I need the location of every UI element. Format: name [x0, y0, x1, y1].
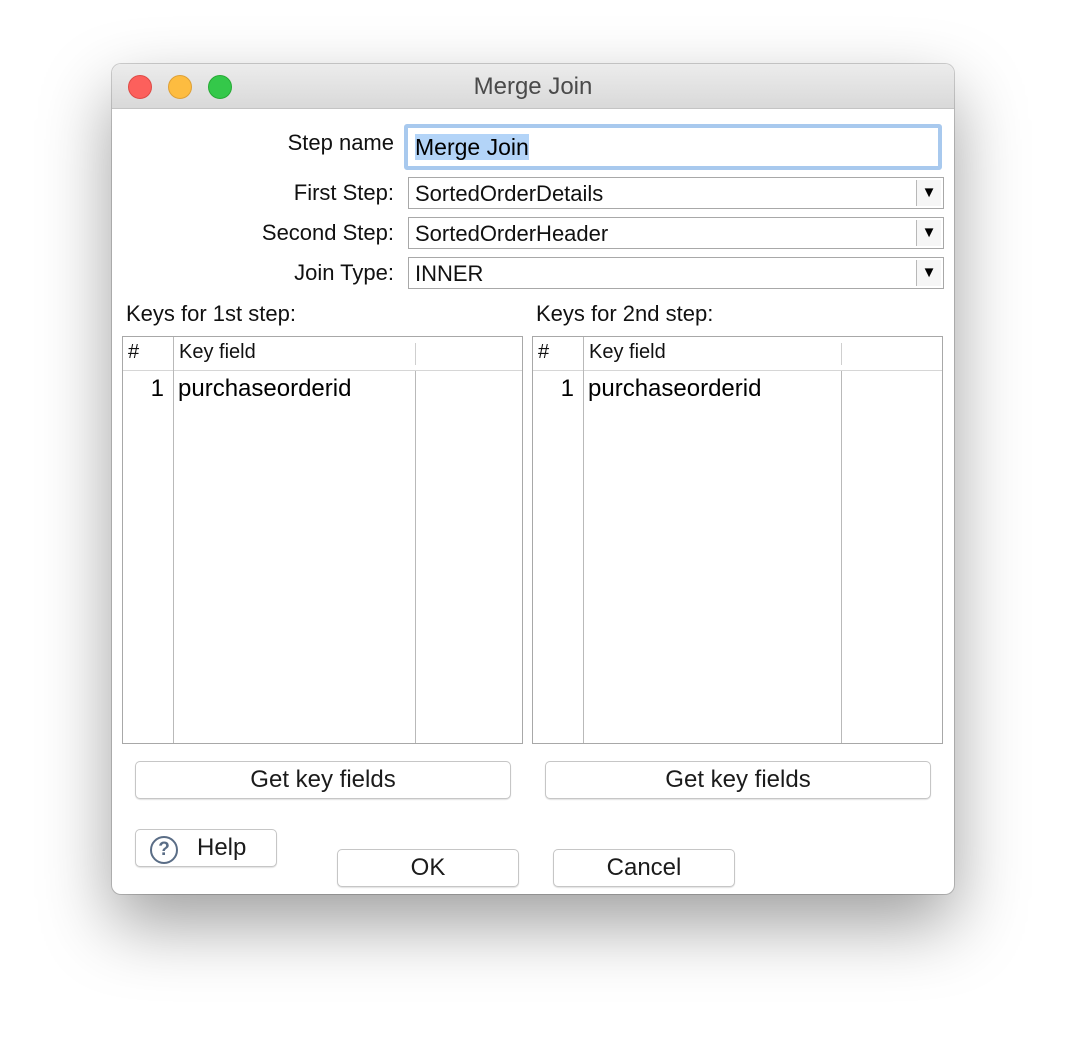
column-divider	[415, 371, 416, 743]
key-field-cell[interactable]: purchaseorderid	[588, 375, 761, 403]
column-header-key-field: Key field	[589, 341, 666, 363]
second-step-dropdown[interactable]: SortedOrderHeader ▼	[408, 217, 944, 249]
column-divider	[415, 343, 416, 365]
table-header: # Key field	[533, 337, 942, 371]
row-number: 1	[560, 375, 574, 402]
get-key-fields-first-button[interactable]: Get key fields	[135, 761, 511, 799]
first-step-dropdown[interactable]: SortedOrderDetails ▼	[408, 177, 944, 209]
dropdown-arrow-icon[interactable]: ▼	[916, 180, 941, 206]
second-step-value: SortedOrderHeader	[415, 221, 609, 246]
second-step-label: Second Step:	[261, 220, 394, 245]
keys-first-step-table[interactable]: # Key field 1 purchaseorderid	[122, 336, 523, 744]
help-label: Help	[197, 834, 247, 861]
help-icon: ?	[150, 836, 178, 864]
join-type-dropdown[interactable]: INNER ▼	[408, 257, 944, 289]
step-name-value: Merge Join	[415, 134, 529, 160]
column-divider	[173, 337, 174, 743]
dropdown-arrow-icon[interactable]: ▼	[916, 260, 941, 286]
step-name-label: Step name	[287, 130, 394, 155]
keys-second-step-label: Keys for 2nd step:	[536, 301, 714, 326]
column-divider	[841, 371, 842, 743]
dropdown-arrow-icon[interactable]: ▼	[916, 220, 941, 246]
join-type-label: Join Type:	[294, 260, 394, 285]
window-title: Merge Join	[473, 73, 593, 100]
column-divider	[841, 343, 842, 365]
row-number: 1	[150, 375, 164, 402]
ok-button[interactable]: OK	[337, 849, 519, 887]
key-field-cell[interactable]: purchaseorderid	[178, 375, 351, 403]
keys-first-step-label: Keys for 1st step:	[126, 301, 296, 326]
column-header-key-field: Key field	[179, 341, 256, 363]
merge-join-dialog: Merge Join Step name Merge Join First St…	[112, 64, 954, 894]
first-step-label: First Step:	[293, 180, 394, 205]
keys-second-step-table[interactable]: # Key field 1 purchaseorderid	[532, 336, 943, 744]
column-header-number: #	[538, 341, 550, 363]
table-header: # Key field	[123, 337, 522, 371]
column-divider	[583, 337, 584, 743]
help-button[interactable]: ? Help	[135, 829, 277, 867]
column-header-number: #	[128, 341, 140, 363]
join-type-value: INNER	[415, 261, 484, 286]
step-name-input[interactable]: Merge Join	[404, 124, 942, 170]
first-step-value: SortedOrderDetails	[415, 181, 604, 206]
cancel-button[interactable]: Cancel	[553, 849, 735, 887]
title-bar: Merge Join	[112, 64, 954, 109]
get-key-fields-second-button[interactable]: Get key fields	[545, 761, 931, 799]
